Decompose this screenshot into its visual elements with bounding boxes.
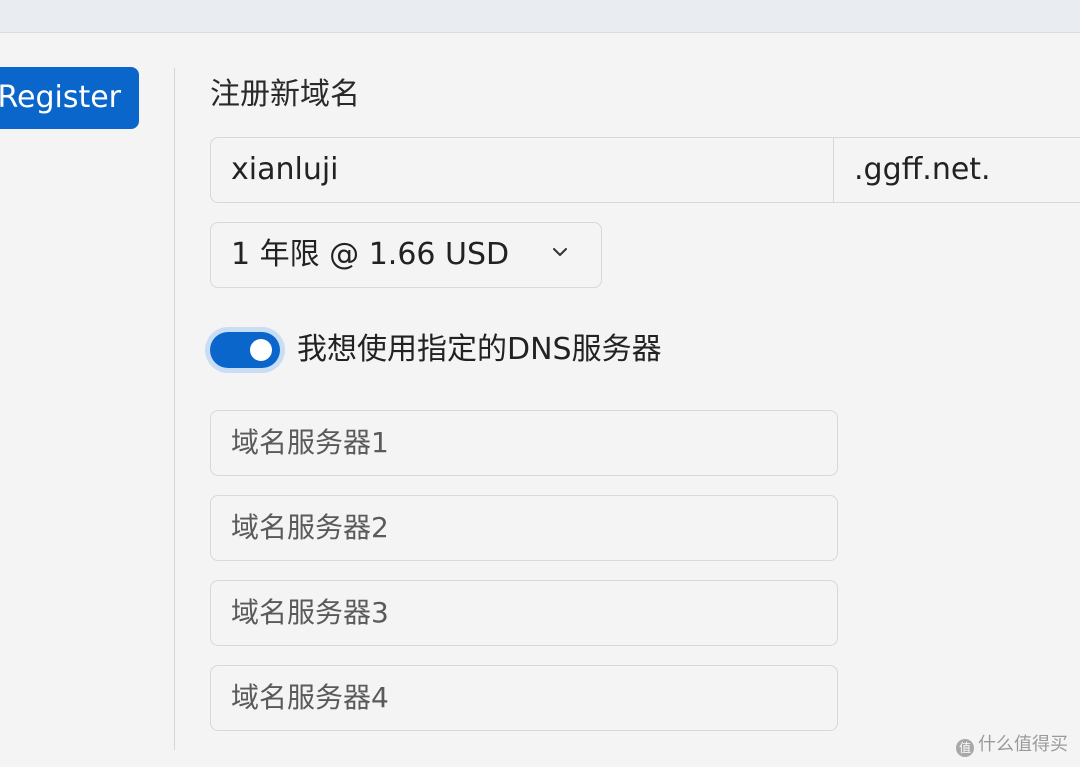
domain-name-input[interactable]: xianluji — [211, 138, 834, 202]
toggle-knob — [250, 339, 272, 361]
custom-dns-toggle-label: 我想使用指定的DNS服务器 — [297, 332, 662, 367]
watermark-logo-icon: 值 — [956, 739, 974, 757]
nameserver-1-input[interactable]: 域名服务器1 — [210, 410, 838, 476]
top-bar — [0, 0, 1080, 33]
watermark: 值什么值得买 — [956, 733, 1068, 757]
registration-term-value: 1 年限 @ 1.66 USD — [231, 237, 510, 272]
custom-dns-toggle[interactable] — [205, 327, 285, 373]
watermark-text: 什么值得买 — [978, 734, 1068, 755]
page-title: 注册新域名 — [210, 77, 360, 112]
registration-term-select[interactable]: 1 年限 @ 1.66 USD — [210, 222, 602, 288]
register-button[interactable]: Register — [0, 67, 139, 129]
vertical-divider — [174, 68, 175, 750]
nameserver-4-input[interactable]: 域名服务器4 — [210, 665, 838, 731]
domain-suffix-label: .ggff.net. — [854, 152, 991, 187]
domain-input-group: xianluji .ggff.net. — [210, 137, 1080, 203]
nameserver-2-input[interactable]: 域名服务器2 — [210, 495, 838, 561]
nameserver-3-input[interactable]: 域名服务器3 — [210, 580, 838, 646]
chevron-down-icon — [553, 248, 567, 256]
toggle-track — [210, 332, 280, 368]
